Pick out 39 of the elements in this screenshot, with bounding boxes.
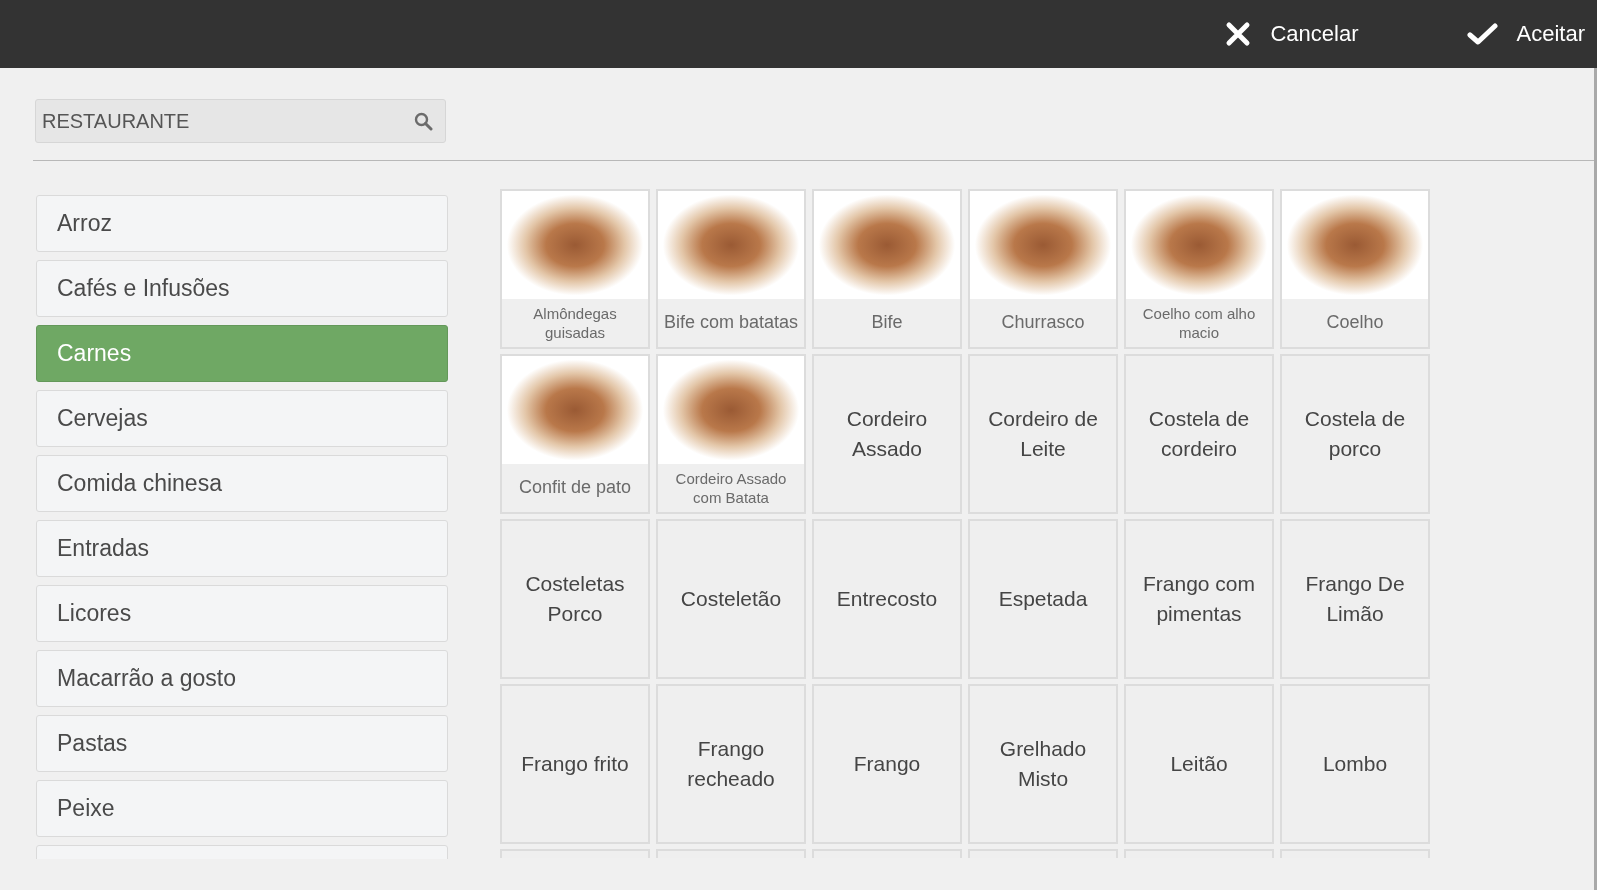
search-field[interactable]: RESTAURANTE (35, 99, 446, 143)
category-button[interactable]: Cervejas (36, 390, 448, 447)
product-button[interactable]: Frango De Limão (1280, 519, 1430, 679)
product-button[interactable]: Lombo (1280, 684, 1430, 844)
cancel-button[interactable]: Cancelar (1225, 15, 1359, 53)
product-button[interactable]: Cordeiro Assado (812, 354, 962, 514)
product-button[interactable]: Bife (812, 189, 962, 349)
product-button[interactable]: Churrasco (968, 189, 1118, 349)
category-button[interactable]: Peixe (36, 780, 448, 837)
product-button[interactable]: Frango frito (500, 684, 650, 844)
product-button[interactable]: Frango com pimentas (1124, 519, 1274, 679)
product-button[interactable]: Costela de cordeiro (1124, 354, 1274, 514)
product-button[interactable]: Almôndegas guisadas (500, 189, 650, 349)
product-button[interactable]: Frango recheado (656, 684, 806, 844)
product-button[interactable]: Costeletas Porco (500, 519, 650, 679)
product-button[interactable]: Bife com batatas (656, 189, 806, 349)
product-button[interactable]: Grelhado Misto (968, 684, 1118, 844)
category-button[interactable]: Cafés e Infusões (36, 260, 448, 317)
close-icon (1225, 21, 1252, 47)
category-button[interactable]: Arroz (36, 195, 448, 252)
product-button[interactable]: Leitão (1124, 684, 1274, 844)
category-button[interactable]: Licores (36, 585, 448, 642)
product-button[interactable]: Entrecosto (812, 519, 962, 679)
category-button[interactable]: Comida chinesa (36, 455, 448, 512)
product-button[interactable]: Coelho (1280, 189, 1430, 349)
product-button[interactable]: Costeletão (656, 519, 806, 679)
product-button[interactable]: Cordeiro Assado com Batata (656, 354, 806, 514)
category-button[interactable]: Macarrão a gosto (36, 650, 448, 707)
product-button[interactable]: Frango (812, 684, 962, 844)
product-button[interactable]: Costela de porco (1280, 354, 1430, 514)
product-button[interactable]: Espetada (968, 519, 1118, 679)
product-button[interactable]: Coelho com alho macio (1124, 189, 1274, 349)
checkmark-icon (1466, 22, 1498, 46)
category-button[interactable]: Entradas (36, 520, 448, 577)
search-icon (414, 112, 433, 131)
product-button[interactable]: Confit de pato (500, 354, 650, 514)
accept-button[interactable]: Aceitar (1466, 15, 1585, 53)
category-button[interactable]: Pastas (36, 715, 448, 772)
product-button[interactable]: Cordeiro de Leite (968, 354, 1118, 514)
